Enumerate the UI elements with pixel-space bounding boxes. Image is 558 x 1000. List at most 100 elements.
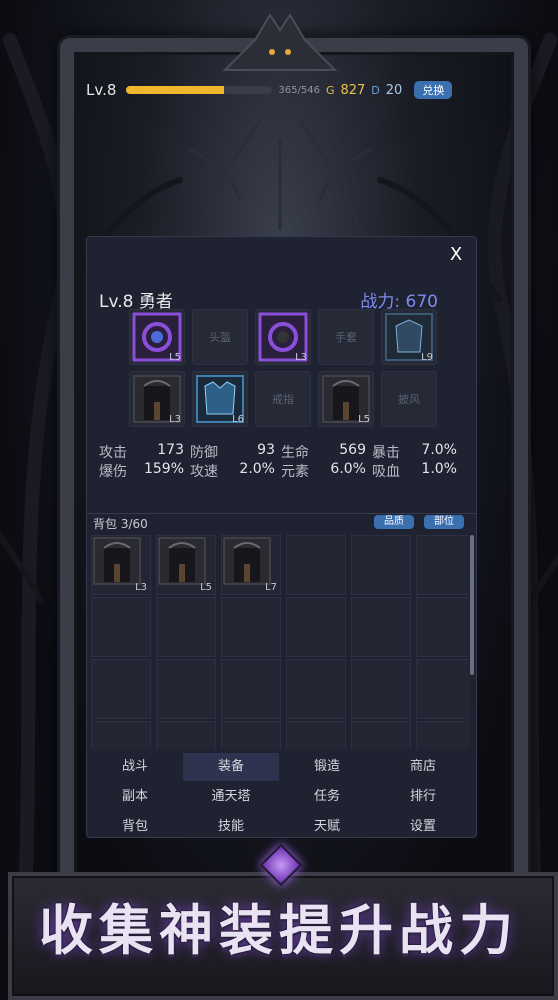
empty-bag-slot[interactable] [286, 597, 346, 657]
bag-title: 背包 3/60 [93, 517, 148, 531]
stat-name: 爆伤 [99, 464, 127, 480]
equipment-slot-ring-icon[interactable]: L3 [255, 309, 311, 365]
equipment-slot-armor-icon[interactable]: L9 [381, 309, 437, 365]
empty-bag-slot[interactable] [351, 659, 411, 719]
stat-value: 1.0% [421, 461, 457, 477]
item-level: L5 [200, 582, 212, 593]
stats-row: 爆伤 159% 攻速 2.0% 元素 6.0% 吸血 1.0% [99, 461, 464, 480]
gold-amount: 827 [340, 82, 366, 98]
empty-equipment-slot[interactable]: 戒指 [255, 371, 311, 427]
empty-bag-slot[interactable] [351, 535, 411, 595]
stats-row: 攻击 173 防御 93 生命 569 暴击 7.0% [99, 442, 464, 461]
stat-value: 173 [157, 442, 184, 458]
empty-equipment-slot[interactable]: 手套 [318, 309, 374, 365]
bag-item[interactable]: L5 [156, 535, 216, 595]
item-level: L5 [169, 352, 181, 363]
item-level: L5 [358, 414, 370, 425]
stat-cell: 爆伤 159% [99, 461, 190, 480]
slot-label: 披风 [398, 393, 420, 406]
empty-bag-slot[interactable] [416, 535, 469, 595]
close-button[interactable]: X [444, 243, 468, 267]
menu-item[interactable]: 设置 [375, 813, 471, 841]
menu-item[interactable]: 商店 [375, 753, 471, 781]
main-menu: 战斗 装备 锻造 商店 副本 通天塔 任务 排行 背包 技能 天赋 设置 [87, 753, 476, 837]
equipment-slot-gate-icon[interactable]: L5 [318, 371, 374, 427]
slot-label: 戒指 [272, 393, 294, 406]
stat-cell: 元素 6.0% [281, 461, 372, 480]
empty-bag-slot[interactable] [156, 597, 216, 657]
menu-item[interactable]: 副本 [87, 783, 183, 811]
empty-bag-slot[interactable] [351, 721, 411, 749]
stat-value: 2.0% [239, 461, 275, 477]
empty-bag-slot[interactable] [221, 659, 281, 719]
diamond-amount: 20 [385, 82, 403, 98]
player-level: Lv.8 [86, 81, 117, 99]
empty-bag-slot[interactable] [156, 659, 216, 719]
stat-value: 159% [143, 461, 184, 477]
promo-banner: 收集神装提升战力 [0, 843, 558, 1000]
bag-scrollbar[interactable] [470, 535, 474, 675]
menu-item[interactable]: 技能 [183, 813, 279, 841]
item-level: L3 [135, 582, 147, 593]
menu-item[interactable]: 任务 [279, 783, 375, 811]
stat-cell: 攻速 2.0% [190, 461, 281, 480]
empty-equipment-slot[interactable]: 披风 [381, 371, 437, 427]
equipment-slot-chest-armor-icon[interactable]: L6 [192, 371, 248, 427]
banner-text: 收集神装提升战力 [39, 898, 519, 962]
empty-bag-slot[interactable] [286, 659, 346, 719]
status-bar: Lv.8 365/546 G 827 D 20 兑换 [76, 76, 482, 104]
menu-item[interactable]: 排行 [375, 783, 471, 811]
empty-bag-slot[interactable] [351, 597, 411, 657]
slot-label: 手套 [335, 331, 357, 344]
stat-cell: 吸血 1.0% [372, 461, 463, 480]
demon-crest-icon [222, 13, 338, 71]
empty-bag-slot[interactable] [416, 721, 469, 749]
empty-bag-slot[interactable] [91, 597, 151, 657]
exchange-button[interactable]: 兑换 [414, 81, 453, 99]
empty-bag-slot[interactable] [91, 721, 151, 749]
stat-value: 7.0% [421, 442, 457, 458]
stat-cell: 生命 569 [281, 442, 372, 461]
stat-name: 暴击 [372, 445, 400, 461]
equipment-slot-amulet-icon[interactable]: L5 [129, 309, 185, 365]
stat-name: 吸血 [372, 464, 400, 480]
sort-slot-button[interactable]: 部位 [424, 515, 464, 529]
stat-name: 生命 [281, 445, 309, 461]
bag-item[interactable]: L7 [221, 535, 281, 595]
stat-value: 6.0% [330, 461, 366, 477]
bag-item[interactable]: L3 [91, 535, 151, 595]
empty-equipment-slot[interactable]: 头盔 [192, 309, 248, 365]
stat-name: 攻速 [190, 464, 218, 480]
xp-text: 365/546 [278, 84, 320, 96]
stat-cell: 防御 93 [190, 442, 281, 461]
gold-icon: G [325, 83, 335, 97]
menu-item[interactable]: 天赋 [279, 813, 375, 841]
menu-item[interactable]: 锻造 [279, 753, 375, 781]
empty-bag-slot[interactable] [221, 597, 281, 657]
xp-bar-fill [126, 86, 224, 94]
empty-bag-slot[interactable] [221, 721, 281, 749]
menu-item[interactable]: 背包 [87, 813, 183, 841]
diamond-icon: D [371, 83, 380, 97]
slot-label: 头盔 [209, 331, 231, 344]
stat-cell: 攻击 173 [99, 442, 190, 461]
stat-cell: 暴击 7.0% [372, 442, 463, 461]
equipment-slot-gate-icon[interactable]: L3 [129, 371, 185, 427]
empty-bag-slot[interactable] [286, 721, 346, 749]
empty-bag-slot[interactable] [416, 597, 469, 657]
sort-quality-button[interactable]: 品质 [374, 515, 414, 529]
equipment-panel: X Lv.8 勇者 战力: 670 L5 头盔 L3 手套 L9 L3 L6 戒指 L5 披风 攻… [86, 236, 477, 838]
menu-item[interactable]: 装备 [183, 753, 279, 781]
game-screen: Lv.8 365/546 G 827 D 20 兑换 X Lv.8 勇者 战力:… [0, 0, 558, 1000]
menu-item[interactable]: 战斗 [87, 753, 183, 781]
item-level: L9 [421, 352, 433, 363]
menu-item[interactable]: 通天塔 [183, 783, 279, 811]
bag-grid: L3 L5 L7 [91, 535, 469, 749]
empty-bag-slot[interactable] [91, 659, 151, 719]
empty-bag-slot[interactable] [416, 659, 469, 719]
item-level: L7 [265, 582, 277, 593]
empty-bag-slot[interactable] [156, 721, 216, 749]
item-level: L6 [232, 414, 244, 425]
stats-table: 攻击 173 防御 93 生命 569 暴击 7.0% 爆伤 159% 攻速 2.0% 元素 6.0% 吸血… [99, 442, 464, 480]
empty-bag-slot[interactable] [286, 535, 346, 595]
